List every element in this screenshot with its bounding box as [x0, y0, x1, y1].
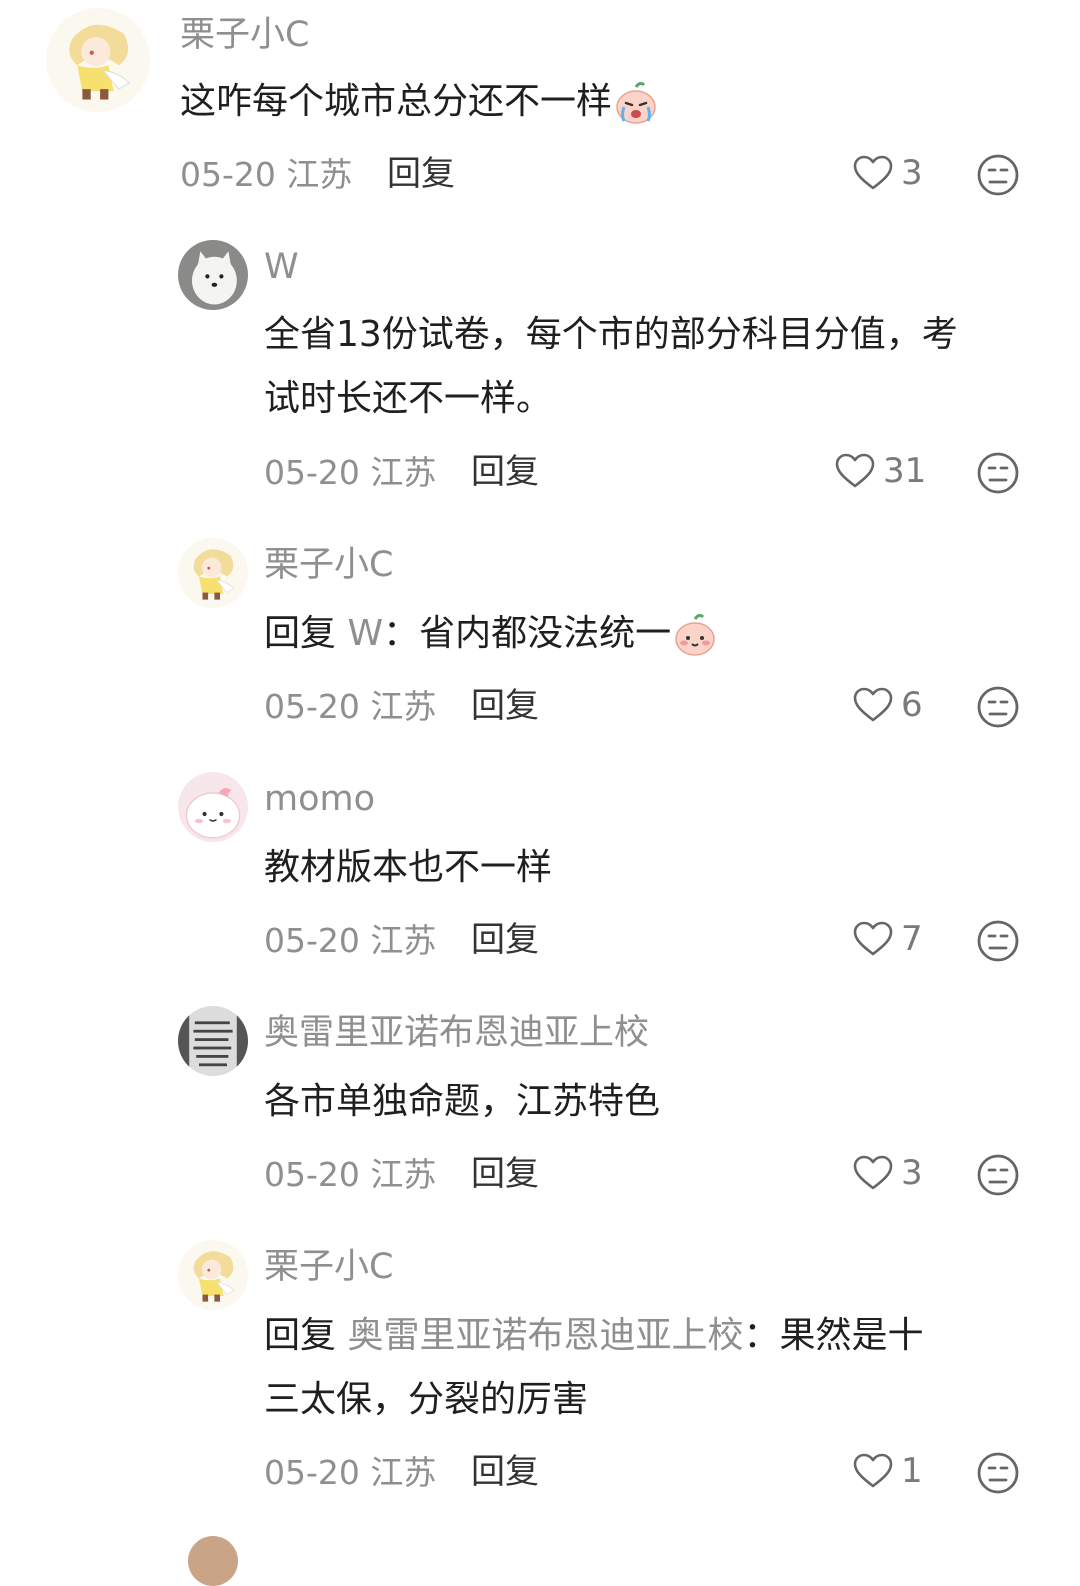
username[interactable]: momo — [264, 782, 375, 817]
meh-face-icon[interactable] — [976, 685, 1020, 729]
comment-location: 江苏 — [370, 921, 437, 960]
like-button[interactable]: 7 — [853, 921, 923, 957]
avatar-dog-icon — [178, 240, 248, 310]
crying-emoji-icon — [614, 81, 658, 125]
comment-text-line: 试时长还不一样。 — [264, 378, 553, 419]
comment-meta: 05-20 江苏 — [264, 456, 436, 489]
comment-text-body: ：果然是十 — [743, 1315, 924, 1356]
heart-outline-icon — [853, 687, 893, 723]
comment-meta: 05-20 江苏 — [180, 158, 352, 191]
comment-text: 各市单独命题，江苏特色 — [264, 1070, 660, 1134]
comment-text: 回复 W：省内都没法统一 — [264, 602, 717, 666]
avatar[interactable] — [178, 1006, 248, 1076]
username[interactable]: 栗子小C — [264, 1250, 393, 1285]
comment-text-body: 教材版本也不一样 — [264, 847, 553, 888]
comment-text: 全省13份试卷，每个市的部分科目分值，考 试时长还不一样。 — [264, 303, 958, 431]
like-count: 31 — [883, 451, 927, 491]
heart-outline-icon — [835, 453, 875, 489]
comment-text-line: 三太保，分裂的厉害 — [264, 1379, 589, 1420]
avatar[interactable] — [178, 1240, 248, 1310]
avatar-girl-icon — [178, 538, 248, 608]
mention-user[interactable]: W — [347, 613, 383, 654]
meh-face-icon[interactable] — [976, 451, 1020, 495]
meh-face-icon[interactable] — [976, 1153, 1020, 1197]
like-count: 3 — [901, 1153, 923, 1193]
comment-text: 这咋每个城市总分还不一样 — [180, 70, 658, 134]
like-button[interactable]: 3 — [853, 155, 923, 191]
comment-meta: 05-20 江苏 — [264, 1158, 436, 1191]
like-button[interactable]: 31 — [835, 453, 926, 489]
comment-location: 江苏 — [370, 453, 437, 492]
like-count: 6 — [901, 685, 923, 725]
avatar[interactable] — [46, 8, 150, 112]
comment-location: 江苏 — [370, 1453, 437, 1492]
like-button[interactable]: 3 — [853, 1155, 923, 1191]
comment-meta: 05-20 江苏 — [264, 924, 436, 957]
heart-outline-icon — [853, 1453, 893, 1489]
reply-button[interactable]: 回复 — [471, 1455, 539, 1489]
comment-text-body: ：省内都没法统一 — [383, 613, 672, 654]
like-button[interactable]: 1 — [853, 1453, 923, 1489]
comment-date: 05-20 — [264, 453, 360, 492]
comment-text: 回复 奥雷里亚诺布恩迪亚上校：果然是十 三太保，分裂的厉害 — [264, 1304, 924, 1432]
comment-text-body: 各市单独命题，江苏特色 — [264, 1081, 661, 1122]
reply-button[interactable]: 回复 — [471, 1157, 539, 1191]
avatar[interactable] — [178, 772, 248, 842]
avatar-text-poster-icon — [178, 1006, 248, 1076]
avatar-girl-icon — [178, 1240, 248, 1310]
reply-button[interactable]: 回复 — [471, 689, 539, 723]
comment-location: 江苏 — [286, 155, 353, 194]
heart-outline-icon — [853, 1155, 893, 1191]
comment-date: 05-20 — [264, 921, 360, 960]
comment-text: 教材版本也不一样 — [264, 836, 552, 900]
reply-button[interactable]: 回复 — [471, 455, 539, 489]
username[interactable]: 栗子小C — [180, 18, 309, 53]
comment-date: 05-20 — [264, 1155, 360, 1194]
heart-outline-icon — [853, 921, 893, 957]
comment-date: 05-20 — [264, 687, 360, 726]
comment-text-line: 全省13份试卷，每个市的部分科目分值，考 — [264, 314, 958, 355]
like-button[interactable]: 6 — [853, 687, 923, 723]
meh-face-icon[interactable] — [976, 919, 1020, 963]
username[interactable]: 奥雷里亚诺布恩迪亚上校 — [264, 1016, 649, 1051]
heart-outline-icon — [853, 155, 893, 191]
like-count: 3 — [901, 153, 923, 193]
reply-prefix: 回复 — [264, 613, 337, 654]
comment-date: 05-20 — [264, 1453, 360, 1492]
avatar[interactable] — [178, 538, 248, 608]
like-count: 1 — [901, 1451, 923, 1491]
comment-meta: 05-20 江苏 — [264, 690, 436, 723]
avatar-girl-icon — [46, 8, 150, 112]
meh-face-icon[interactable] — [976, 1451, 1020, 1495]
meh-face-icon[interactable] — [976, 153, 1020, 197]
comment-date: 05-20 — [180, 155, 276, 194]
blush-emoji-icon — [673, 613, 717, 657]
avatar-pink-bun-icon — [178, 772, 248, 842]
username[interactable]: W — [264, 250, 299, 285]
comment-text-line: 回复 奥雷里亚诺布恩迪亚上校：果然是十 — [264, 1304, 924, 1368]
avatar[interactable] — [178, 240, 248, 310]
comment-location: 江苏 — [370, 1155, 437, 1194]
like-count: 7 — [901, 919, 923, 959]
reply-button[interactable]: 回复 — [387, 157, 455, 191]
reply-button[interactable]: 回复 — [471, 923, 539, 957]
mention-user[interactable]: 奥雷里亚诺布恩迪亚上校 — [347, 1315, 743, 1356]
comment-text-body: 这咋每个城市总分还不一样 — [180, 81, 613, 122]
username[interactable]: 栗子小C — [264, 548, 393, 583]
comment-meta: 05-20 江苏 — [264, 1456, 436, 1489]
reply-prefix: 回复 — [264, 1315, 337, 1356]
comment-location: 江苏 — [370, 687, 437, 726]
